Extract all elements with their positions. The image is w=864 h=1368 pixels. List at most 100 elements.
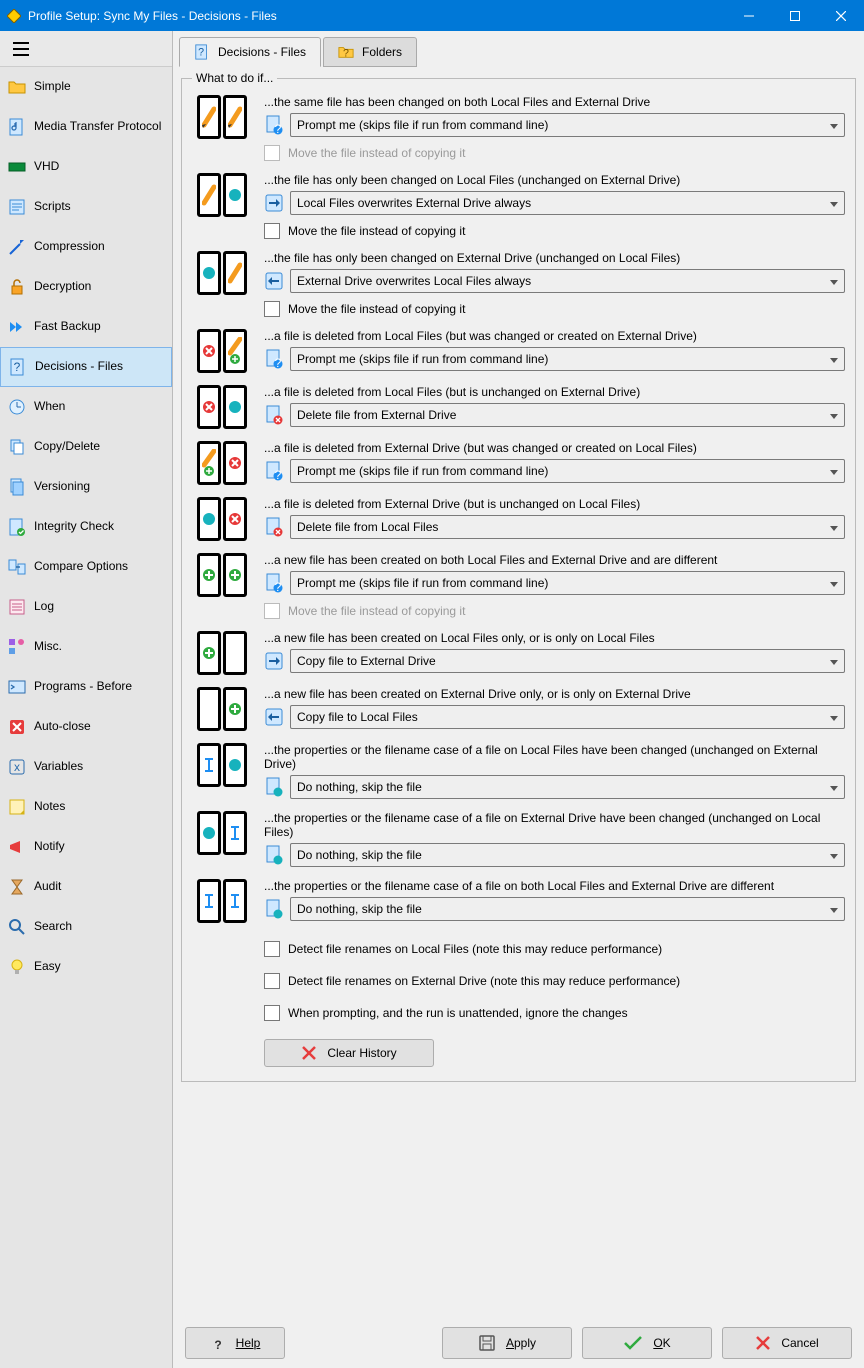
decision-row: ...the properties or the filename case o… <box>192 879 845 923</box>
hamburger-menu[interactable] <box>0 31 172 67</box>
sidebar-item-decryption[interactable]: Decryption <box>0 267 172 307</box>
sidebar-item-notes[interactable]: Notes <box>0 787 172 827</box>
help-button[interactable]: ? Help <box>185 1327 285 1359</box>
decision-label: ...the same file has been changed on bot… <box>264 95 845 109</box>
decision-row: ...the file has only been changed on Ext… <box>192 251 845 317</box>
decision-label: ...a new file has been created on Extern… <box>264 687 845 701</box>
decision-select[interactable]: Copy file to Local Files <box>290 705 845 729</box>
decision-select[interactable]: Do nothing, skip the file <box>290 843 845 867</box>
decision-select[interactable]: Do nothing, skip the file <box>290 897 845 921</box>
decision-select[interactable]: External Drive overwrites Local Files al… <box>290 269 845 293</box>
x-icon <box>301 1045 317 1061</box>
move-checkbox[interactable] <box>264 301 280 317</box>
file-delete-icon <box>264 405 284 425</box>
sidebar-item-log[interactable]: Log <box>0 587 172 627</box>
arrow-right-icon <box>264 651 284 671</box>
svg-text:?: ? <box>14 360 21 374</box>
svg-text:?: ? <box>275 356 282 369</box>
decision-select[interactable]: Prompt me (skips file if run from comman… <box>290 571 845 595</box>
sidebar-item-versioning[interactable]: Versioning <box>0 467 172 507</box>
decision-row: ...a new file has been created on Local … <box>192 631 845 675</box>
sidebar-item-notify[interactable]: Notify <box>0 827 172 867</box>
unattended-row: When prompting, and the run is unattende… <box>264 1005 845 1021</box>
ok-button[interactable]: OK <box>582 1327 712 1359</box>
decision-label: ...the file has only been changed on Ext… <box>264 251 845 265</box>
decision-select[interactable]: Prompt me (skips file if run from comman… <box>290 347 845 371</box>
x-icon <box>755 1335 771 1351</box>
decision-select[interactable]: Local Files overwrites External Drive al… <box>290 191 845 215</box>
sidebar-item-audit[interactable]: Audit <box>0 867 172 907</box>
decision-label: ...a file is deleted from External Drive… <box>264 497 845 511</box>
close-button[interactable] <box>818 0 864 31</box>
svg-text:?: ? <box>275 122 282 135</box>
decision-select[interactable]: Prompt me (skips file if run from comman… <box>290 113 845 137</box>
script-icon <box>8 198 26 216</box>
lock-open-icon <box>8 278 26 296</box>
sidebar-item-easy[interactable]: Easy <box>0 947 172 987</box>
decision-select[interactable]: Do nothing, skip the file <box>290 775 845 799</box>
file-question-icon: ? <box>264 115 284 135</box>
sidebar-item-when[interactable]: When <box>0 387 172 427</box>
state-icon-pair <box>192 95 252 139</box>
sidebar-item-simple[interactable]: Simple <box>0 67 172 107</box>
sidebar-item-variables[interactable]: xVariables <box>0 747 172 787</box>
move-checkbox[interactable] <box>264 603 280 619</box>
decision-select[interactable]: Delete file from Local Files <box>290 515 845 539</box>
tab-decisions-files[interactable]: ? Decisions - Files <box>179 37 321 67</box>
svg-text:?: ? <box>198 47 204 59</box>
sidebar-item-copy-delete[interactable]: Copy/Delete <box>0 427 172 467</box>
sidebar-item-programs-before[interactable]: Programs - Before <box>0 667 172 707</box>
terminal-icon <box>8 678 26 696</box>
fast-forward-icon <box>8 318 26 336</box>
arrow-right-icon <box>264 193 284 213</box>
decision-select[interactable]: Delete file from External Drive <box>290 403 845 427</box>
sidebar-item-mtp[interactable]: Media Transfer Protocol <box>0 107 172 147</box>
move-instead-row: Move the file instead of copying it <box>264 603 845 619</box>
lightbulb-icon <box>8 958 26 976</box>
decision-label: ...the properties or the filename case o… <box>264 743 845 771</box>
move-checkbox[interactable] <box>264 223 280 239</box>
move-checkbox[interactable] <box>264 145 280 161</box>
state-icon-pair <box>192 631 252 675</box>
tab-label: Folders <box>362 45 402 59</box>
detect-renames-local-checkbox[interactable] <box>264 941 280 957</box>
decision-row: ...the file has only been changed on Loc… <box>192 173 845 239</box>
minimize-button[interactable] <box>726 0 772 31</box>
clock-icon <box>8 398 26 416</box>
state-icon-pair <box>192 385 252 429</box>
sidebar-item-compare[interactable]: Compare Options <box>0 547 172 587</box>
question-file-icon: ? <box>194 44 210 60</box>
apply-button[interactable]: Apply <box>442 1327 572 1359</box>
sidebar-item-vhd[interactable]: VHD <box>0 147 172 187</box>
note-icon <box>8 798 26 816</box>
sidebar-item-fast-backup[interactable]: Fast Backup <box>0 307 172 347</box>
question-folder-icon: ? <box>338 44 354 60</box>
decision-row: ...the properties or the filename case o… <box>192 811 845 867</box>
sidebar-item-misc[interactable]: Misc. <box>0 627 172 667</box>
unattended-checkbox[interactable] <box>264 1005 280 1021</box>
state-icon-pair <box>192 497 252 541</box>
tab-folders[interactable]: ? Folders <box>323 37 417 67</box>
sidebar-item-autoclose[interactable]: Auto-close <box>0 707 172 747</box>
sidebar-item-decisions-files[interactable]: ?Decisions - Files <box>0 347 172 387</box>
app-icon <box>6 8 22 24</box>
file-skip-icon <box>264 777 284 797</box>
state-icon-pair <box>192 879 252 923</box>
folder-icon <box>8 78 26 96</box>
move-instead-row: Move the file instead of copying it <box>264 223 845 239</box>
clear-history-button[interactable]: Clear History <box>264 1039 434 1067</box>
decision-label: ...a file is deleted from External Drive… <box>264 441 845 455</box>
detect-renames-ext-checkbox[interactable] <box>264 973 280 989</box>
decision-select[interactable]: Prompt me (skips file if run from comman… <box>290 459 845 483</box>
decision-select[interactable]: Copy file to External Drive <box>290 649 845 673</box>
check-file-icon <box>8 518 26 536</box>
file-delete-icon <box>264 517 284 537</box>
cancel-button[interactable]: Cancel <box>722 1327 852 1359</box>
sidebar-item-search[interactable]: Search <box>0 907 172 947</box>
music-file-icon <box>8 118 26 136</box>
sidebar-item-compression[interactable]: Compression <box>0 227 172 267</box>
sidebar-item-scripts[interactable]: Scripts <box>0 187 172 227</box>
groupbox-title: What to do if... <box>192 71 277 85</box>
maximize-button[interactable] <box>772 0 818 31</box>
sidebar-item-integrity[interactable]: Integrity Check <box>0 507 172 547</box>
